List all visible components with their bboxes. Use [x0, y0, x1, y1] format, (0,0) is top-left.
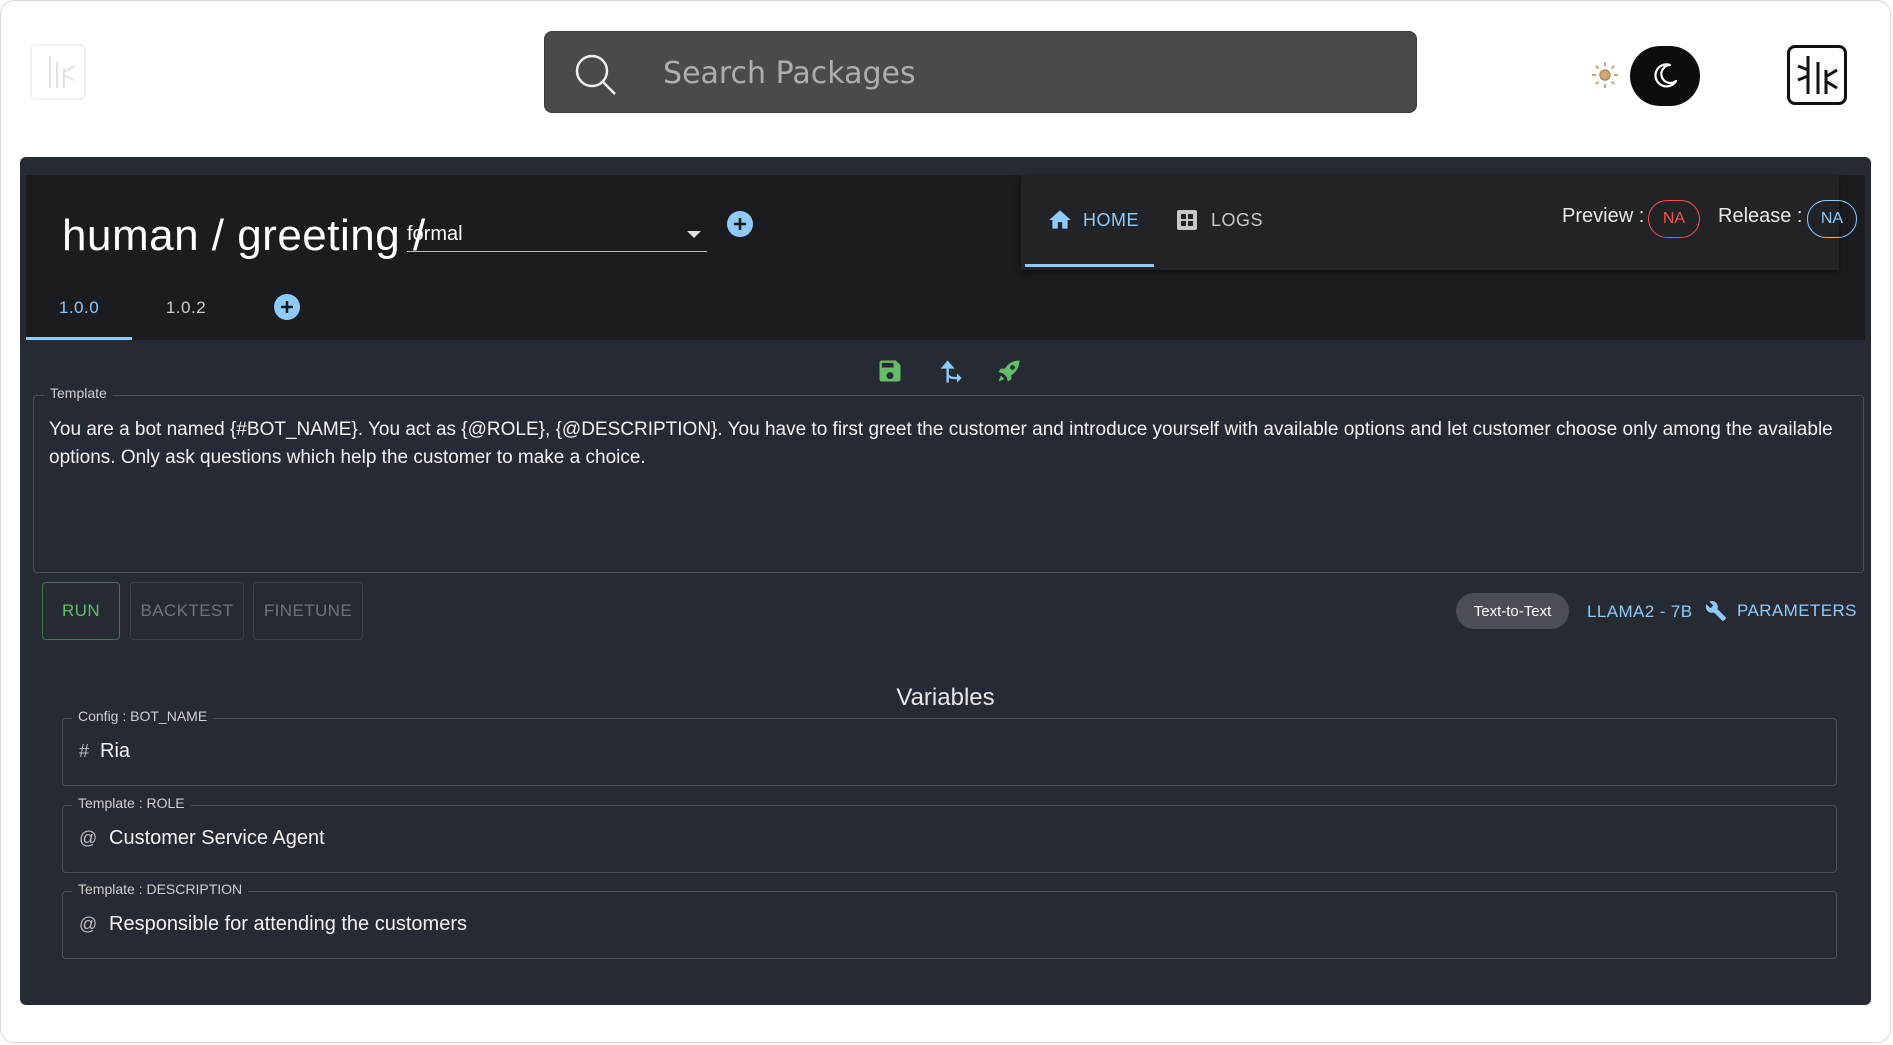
active-tab-indicator	[1025, 264, 1154, 267]
home-icon	[1049, 210, 1071, 229]
rocket-icon[interactable]	[995, 357, 1023, 385]
variable-label: Config : BOT_NAME	[72, 708, 214, 724]
mode-chip[interactable]: Text-to-Text	[1456, 593, 1569, 629]
model-selector[interactable]: LLAMA2 - 7B	[1587, 602, 1693, 622]
user-logo[interactable]	[1787, 45, 1847, 105]
preview-label: Preview :	[1562, 205, 1645, 227]
parameters-label: PARAMETERS	[1737, 601, 1857, 620]
tab-version-1-0-0[interactable]: 1.0.0	[26, 285, 132, 330]
add-version-button[interactable]	[274, 294, 300, 320]
backtest-button[interactable]: BACKTEST	[130, 582, 244, 640]
variable-field-bot-name[interactable]: Config : BOT_NAME # Ria	[62, 708, 1837, 786]
template-textarea[interactable]: You are a bot named {#BOT_NAME}. You act…	[49, 416, 1839, 472]
grid-icon	[1177, 210, 1197, 230]
search-input[interactable]	[661, 46, 1385, 100]
preview-status-badge[interactable]: NA	[1648, 200, 1700, 238]
run-button[interactable]: RUN	[42, 582, 120, 640]
tab-home[interactable]: HOME	[1047, 175, 1139, 265]
app-logo[interactable]	[30, 44, 86, 100]
variable-input[interactable]: Customer Service Agent	[109, 827, 325, 850]
nav-tabs: HOME LOGS Preview : NA Release : NA	[1021, 175, 1857, 270]
variable-field-role[interactable]: Template : ROLE @ Customer Service Agent	[62, 795, 1837, 873]
parameters-button[interactable]: PARAMETERS	[1705, 597, 1857, 625]
tab-version-1-0-2[interactable]: 1.0.2	[132, 285, 240, 330]
release-status-badge[interactable]: NA	[1807, 200, 1857, 238]
variable-input[interactable]: Ria	[100, 740, 130, 763]
variable-label: Template : ROLE	[72, 795, 191, 811]
theme-toggle-button[interactable]	[1630, 46, 1700, 106]
bamboo-logo-icon	[1797, 56, 1838, 94]
variables-title: Variables	[896, 684, 995, 711]
tab-home-label: HOME	[1083, 209, 1139, 230]
search-icon[interactable]	[573, 52, 619, 98]
active-version-indicator	[26, 337, 132, 340]
prompt-editor-panel: human / greeting / formal HOME LOGS Prev…	[20, 157, 1871, 1005]
template-label: Template	[44, 385, 113, 401]
variable-field-description[interactable]: Template : DESCRIPTION @ Responsible for…	[62, 881, 1837, 959]
bamboo-logo-icon	[49, 56, 75, 88]
template-field[interactable]: Template You are a bot named {#BOT_NAME}…	[33, 385, 1864, 573]
tab-logs[interactable]: LOGS	[1175, 175, 1263, 265]
hash-icon: #	[79, 741, 90, 761]
variable-input[interactable]: Responsible for attending the customers	[109, 913, 467, 936]
variant-select-value: formal	[407, 223, 463, 245]
sun-icon[interactable]	[1591, 61, 1619, 89]
plus-icon	[734, 218, 746, 230]
variable-label: Template : DESCRIPTION	[72, 881, 249, 897]
add-variant-button[interactable]	[727, 211, 753, 237]
moon-icon	[1654, 63, 1678, 88]
tab-logs-label: LOGS	[1211, 209, 1264, 230]
save-icon[interactable]	[876, 357, 904, 385]
wrench-icon	[1705, 601, 1727, 622]
search-bar[interactable]	[544, 31, 1417, 113]
plus-icon	[281, 301, 293, 313]
release-label: Release :	[1718, 205, 1803, 227]
at-icon: @	[79, 828, 98, 848]
chevron-down-icon[interactable]	[687, 231, 701, 238]
fork-icon[interactable]	[936, 357, 964, 385]
finetune-button[interactable]: FINETUNE	[253, 582, 363, 640]
prompt-header: human / greeting / formal HOME LOGS Prev…	[26, 175, 1865, 340]
at-icon: @	[79, 914, 98, 934]
breadcrumb: human / greeting /	[62, 211, 426, 260]
variant-select[interactable]: formal	[407, 205, 707, 252]
